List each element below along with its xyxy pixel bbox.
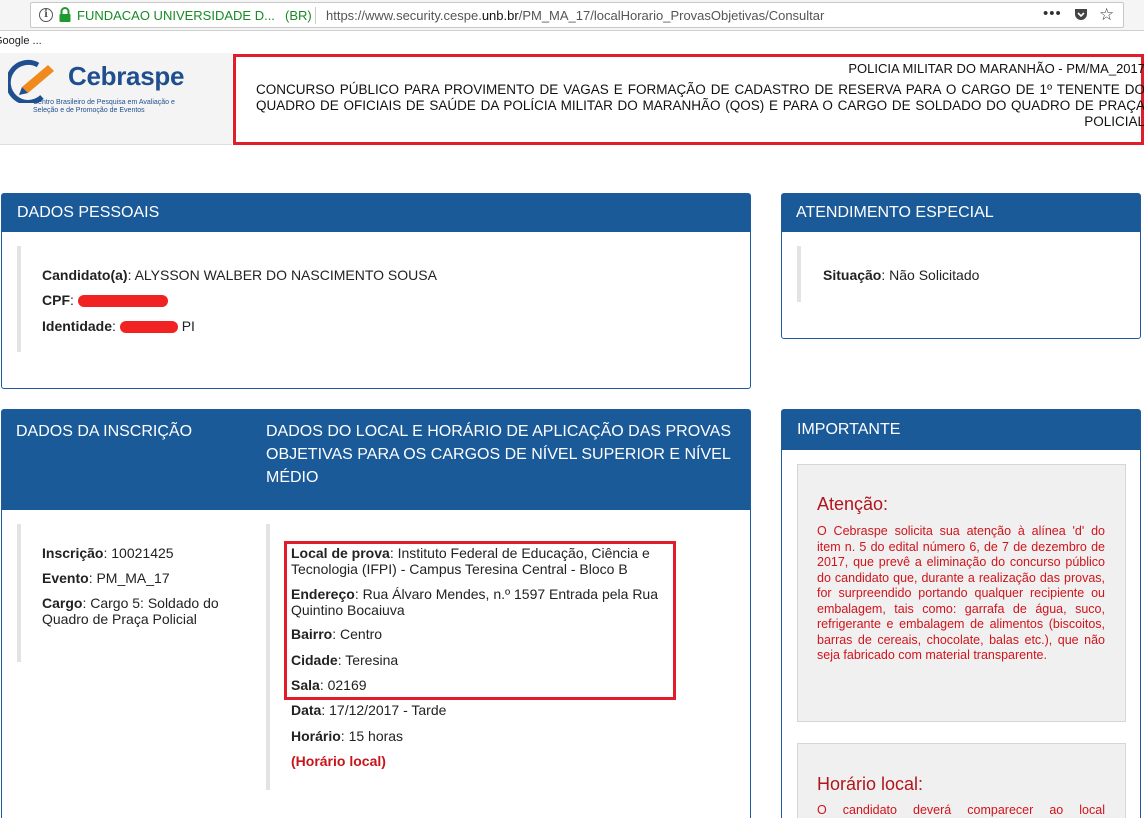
- city-label: Cidade: [291, 652, 338, 668]
- room-label: Sala: [291, 677, 320, 693]
- organization-title: POLICIA MILITAR DO MARANHÃO - PM/MA_2017: [848, 61, 1144, 76]
- candidate-value: ALYSSON WALBER DO NASCIMENTO SOUSA: [134, 267, 437, 283]
- bookmark-star-icon[interactable]: ☆: [1099, 5, 1114, 25]
- registration-number-value: 10021425: [111, 545, 174, 561]
- address-field: Endereço: Rua Álvaro Mendes, n.º 1597 En…: [291, 586, 659, 618]
- event-field: Evento: PM_MA_17: [42, 570, 170, 586]
- address-label: Endereço: [291, 586, 355, 602]
- google-bookmark[interactable]: Google ...: [0, 35, 42, 47]
- browser-toolbar: i FUNDACAO UNIVERSIDADE D... (BR) https:…: [0, 0, 1144, 31]
- lock-icon[interactable]: [58, 7, 72, 23]
- cpf-redaction: [77, 295, 168, 308]
- event-value: PM_MA_17: [96, 570, 170, 586]
- cpf-field: CPF:: [42, 292, 168, 308]
- registration-number-label: Inscrição: [42, 545, 104, 561]
- position-field: Cargo: Cargo 5: Soldado do Quadro de Pra…: [42, 595, 219, 627]
- page-header: Cebraspe Centro Brasileiro de Pesquisa e…: [0, 53, 1144, 145]
- info-icon[interactable]: i: [39, 8, 53, 22]
- more-options-icon[interactable]: •••: [1043, 5, 1062, 22]
- personal-data-panel: DADOS PESSOAIS: [1, 193, 751, 389]
- cpf-label: CPF: [42, 292, 70, 308]
- special-assistance-heading: ATENDIMENTO ESPECIAL: [782, 194, 1140, 232]
- situation-value: Não Solicitado: [889, 267, 980, 283]
- date-label: Data: [291, 702, 322, 718]
- url-separator: [315, 7, 316, 24]
- time-field: Horário: 15 horas: [291, 728, 404, 744]
- site-country: (BR): [285, 8, 312, 23]
- logo-subtitle: Centro Brasileiro de Pesquisa em Avaliaç…: [33, 99, 175, 114]
- special-assistance-panel: ATENDIMENTO ESPECIAL: [781, 193, 1141, 339]
- candidate-field: Candidato(a): ALYSSON WALBER DO NASCIMEN…: [42, 267, 437, 283]
- event-label: Evento: [42, 570, 89, 586]
- pocket-icon[interactable]: [1073, 7, 1089, 23]
- address-bar[interactable]: i FUNDACAO UNIVERSIDADE D... (BR) https:…: [30, 2, 1124, 28]
- exam-site-label: Local de prova: [291, 545, 390, 561]
- identity-field: Identidade: PI: [42, 318, 195, 334]
- personal-data-heading: DADOS PESSOAIS: [2, 194, 750, 232]
- identity-label: Identidade: [42, 318, 113, 334]
- candidate-label: Candidato(a): [42, 267, 128, 283]
- registration-number-field: Inscrição: 10021425: [42, 545, 174, 561]
- contest-header-box: POLICIA MILITAR DO MARANHÃO - PM/MA_2017…: [233, 54, 1144, 145]
- time-value: 15 horas: [348, 728, 404, 744]
- district-field: Bairro: Centro: [291, 626, 383, 642]
- date-value: 17/12/2017 - Tarde: [329, 702, 447, 718]
- position-label: Cargo: [42, 595, 83, 611]
- url-domain: unb.br: [481, 8, 519, 23]
- attention-title: Atenção:: [817, 494, 889, 514]
- cebraspe-logo-icon: [8, 59, 54, 103]
- city-value: Teresina: [345, 652, 399, 668]
- special-assistance-rule: [797, 246, 801, 302]
- district-value: Centro: [340, 626, 383, 642]
- situation-field: Situação: Não Solicitado: [823, 267, 980, 283]
- logo-name: Cebraspe: [68, 61, 185, 91]
- identity-redaction: [119, 321, 178, 334]
- registration-rule: [17, 524, 21, 662]
- bookmarks-bar: Google ...: [0, 31, 1144, 53]
- situation-label: Situação: [823, 267, 882, 283]
- time-label: Horário: [291, 728, 341, 744]
- url-text[interactable]: https://www.security.cespe.unb.br/PM_MA_…: [326, 8, 824, 23]
- local-time-title: Horário local:: [817, 774, 924, 794]
- site-identity[interactable]: FUNDACAO UNIVERSIDADE D...: [77, 8, 275, 23]
- date-field: Data: 17/12/2017 - Tarde: [291, 702, 447, 718]
- room-value: 02169: [327, 677, 367, 693]
- local-time-text: O candidato deverá comparecer ao local: [817, 803, 1105, 817]
- identity-suffix: PI: [181, 318, 195, 334]
- exam-site-field: Local de prova: Instituto Federal de Edu…: [291, 545, 650, 577]
- important-heading: IMPORTANTE: [782, 410, 1140, 450]
- district-label: Bairro: [291, 626, 333, 642]
- local-time-note: (Horário local): [291, 753, 386, 769]
- registration-heading: DADOS DA INSCRIÇÃO: [16, 423, 193, 440]
- room-field: Sala: 02169: [291, 677, 367, 693]
- url-prefix: https://www.security.cespe.: [326, 8, 482, 23]
- contest-description: CONCURSO PÚBLICO PARA PROVIMENTO DE VAGA…: [256, 82, 1144, 129]
- city-field: Cidade: Teresina: [291, 652, 399, 668]
- exam-location-heading: DADOS DO LOCAL E HORÁRIO DE APLICAÇÃO DA…: [266, 423, 732, 486]
- url-path: /PM_MA_17/localHorario_ProvasObjetivas/C…: [518, 8, 825, 23]
- exam-location-rule: [266, 524, 270, 790]
- logo-area[interactable]: Cebraspe Centro Brasileiro de Pesquisa e…: [0, 53, 232, 145]
- attention-text: O Cebraspe solicita sua atenção à alínea…: [817, 524, 1105, 662]
- personal-data-rule: [17, 246, 21, 352]
